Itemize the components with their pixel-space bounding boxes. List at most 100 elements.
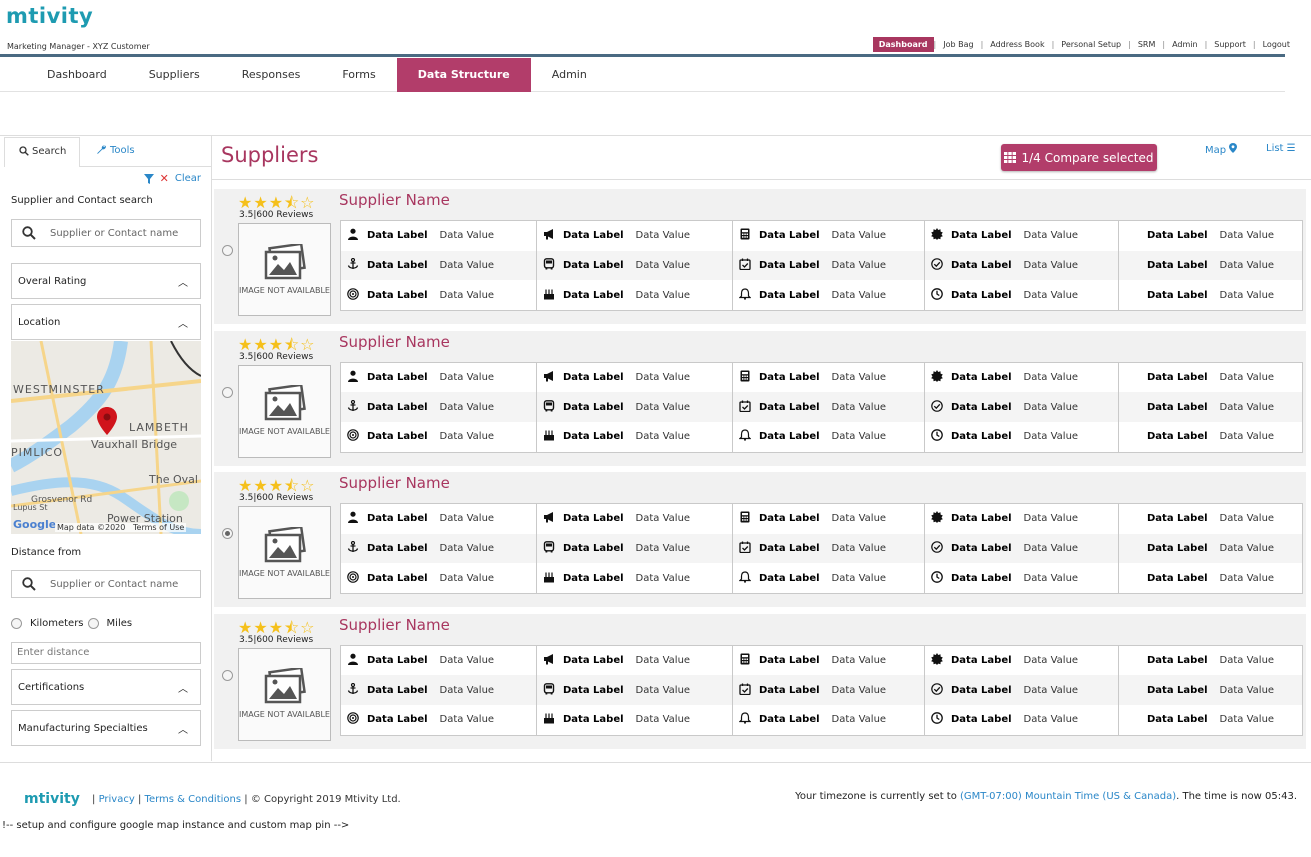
supplier-name[interactable]: Supplier Name bbox=[339, 333, 450, 351]
footer-rule bbox=[0, 762, 1311, 763]
data-label: Data Label bbox=[367, 572, 428, 584]
data-value: Data Value bbox=[1219, 572, 1275, 584]
nav-tab-suppliers[interactable]: Suppliers bbox=[128, 58, 221, 92]
top-link-admin[interactable]: Admin bbox=[1165, 40, 1205, 49]
manufacturing-accordion[interactable]: Manufacturing Specialties ︿ bbox=[11, 710, 201, 746]
data-value: Data Value bbox=[635, 513, 691, 525]
data-value: Data Value bbox=[1219, 260, 1275, 271]
data-label: Data Label bbox=[367, 543, 428, 554]
megaphone-icon bbox=[541, 228, 557, 243]
tab-search[interactable]: Search bbox=[4, 137, 80, 167]
data-label: Data Label bbox=[759, 513, 820, 525]
data-value: Data Value bbox=[831, 431, 887, 443]
data-label: Data Label bbox=[951, 654, 1012, 666]
data-cell: Data Label Data Value bbox=[733, 675, 924, 705]
data-value: Data Value bbox=[831, 543, 887, 554]
enter-distance-input[interactable]: Enter distance bbox=[11, 642, 201, 664]
timezone-link[interactable]: (GMT-07:00) Mountain Time (US & Canada) bbox=[960, 791, 1176, 802]
top-link-dashboard[interactable]: Dashboard bbox=[872, 37, 934, 52]
supplier-search-input[interactable]: Supplier or Contact name bbox=[11, 219, 201, 247]
data-column: Data Label Data Value Data Label Data Value… bbox=[925, 362, 1119, 452]
nav-tab-data-structure[interactable]: Data Structure bbox=[396, 58, 531, 92]
search-section-label: Supplier and Contact search bbox=[11, 195, 153, 206]
supplier-name[interactable]: Supplier Name bbox=[339, 616, 450, 634]
data-label: Data Label bbox=[759, 714, 820, 726]
data-cell: Data Label Data Value bbox=[733, 504, 924, 534]
data-cell: Data Label Data Value bbox=[733, 646, 924, 676]
data-value: Data Value bbox=[1219, 654, 1275, 666]
data-value: Data Value bbox=[439, 431, 495, 443]
tab-tools[interactable]: Tools bbox=[82, 137, 182, 167]
data-cell: Data Label Data Value bbox=[925, 280, 1118, 310]
data-label: Data Label bbox=[367, 230, 428, 242]
mtivity-logo[interactable]: mtivity bbox=[6, 4, 93, 28]
supplier-select-radio[interactable] bbox=[222, 245, 233, 256]
calculator-icon bbox=[737, 228, 753, 243]
data-cell: Data Label Data Value bbox=[1119, 563, 1302, 593]
image-not-available-text: IMAGE NOT AVAILABLE bbox=[239, 568, 330, 578]
data-cell: Data Label Data Value bbox=[1119, 280, 1302, 310]
footer-logo[interactable]: mtivity bbox=[24, 791, 80, 807]
kilometers-radio[interactable] bbox=[11, 618, 22, 629]
data-cell: Data Label Data Value bbox=[1119, 363, 1302, 393]
data-label: Data Label bbox=[367, 654, 428, 666]
image-not-available-text: IMAGE NOT AVAILABLE bbox=[239, 427, 330, 436]
data-cell: Data Label Data Value bbox=[925, 675, 1118, 705]
nav-tab-responses[interactable]: Responses bbox=[221, 58, 322, 92]
location-map[interactable]: WESTMINSTER LAMBETH Vauxhall Bridge PIML… bbox=[11, 341, 201, 534]
distance-search-input[interactable]: Supplier or Contact name bbox=[11, 570, 201, 598]
top-links: Dashboard | Job Bag | Address Book | Personal … bbox=[872, 37, 1297, 52]
data-cell: Data Label Data Value bbox=[925, 533, 1118, 564]
data-label: Data Label bbox=[367, 684, 428, 696]
top-link-job-bag[interactable]: Job Bag bbox=[936, 40, 980, 49]
nav-tab-admin[interactable]: Admin bbox=[531, 58, 608, 92]
certifications-accordion[interactable]: Certifications ︿ bbox=[11, 669, 201, 705]
map-terms-link[interactable]: Terms of Use bbox=[133, 523, 184, 532]
top-link-srm[interactable]: SRM bbox=[1131, 40, 1163, 49]
supplier-select-radio[interactable] bbox=[222, 669, 233, 681]
top-link-support[interactable]: Support bbox=[1207, 40, 1253, 49]
top-link-logout[interactable]: Logout bbox=[1256, 40, 1297, 49]
chevron-up-icon: ︿ bbox=[178, 318, 188, 330]
supplier-name[interactable]: Supplier Name bbox=[339, 474, 450, 492]
supplier-select-radio[interactable] bbox=[222, 528, 233, 539]
map-pin-icon[interactable] bbox=[97, 407, 117, 435]
filter-icon bbox=[143, 173, 154, 184]
location-label: Location bbox=[18, 316, 61, 328]
supplier-image-placeholder: IMAGE NOT AVAILABLE bbox=[238, 647, 331, 741]
data-value: Data Value bbox=[635, 431, 691, 443]
privacy-link[interactable]: Privacy bbox=[99, 794, 135, 805]
map-view-link[interactable]: Map bbox=[1205, 143, 1238, 156]
data-label: Data Label bbox=[951, 401, 1012, 413]
nav-tab-dashboard[interactable]: Dashboard bbox=[26, 58, 128, 92]
location-accordion[interactable]: Location ︿ bbox=[11, 304, 201, 340]
data-cell: Data Label Data Value bbox=[1119, 250, 1302, 281]
nav-tab-forms[interactable]: Forms bbox=[321, 58, 396, 92]
overall-rating-accordion[interactable]: Overal Rating ︿ bbox=[11, 263, 201, 299]
supplier-select-radio[interactable] bbox=[222, 386, 233, 398]
data-value: Data Value bbox=[439, 401, 495, 413]
data-cell: Data Label Data Value bbox=[537, 221, 732, 251]
clear-filters[interactable]: ✕ Clear bbox=[143, 172, 201, 185]
supplier-name[interactable]: Supplier Name bbox=[339, 191, 450, 209]
data-cell: Data Label Data Value bbox=[341, 705, 536, 735]
data-label: Data Label bbox=[759, 543, 820, 554]
wrench-icon bbox=[97, 145, 106, 154]
data-column: Data Label Data Value Data Label Data Value… bbox=[537, 362, 733, 452]
data-label: Data Label bbox=[563, 230, 624, 242]
data-cell: Data Label Data Value bbox=[537, 646, 732, 676]
list-view-link[interactable]: List ☰ bbox=[1266, 143, 1296, 154]
compare-selected-button[interactable]: 1/4 Compare selected bbox=[1001, 144, 1157, 171]
calculator-icon bbox=[737, 511, 753, 526]
miles-radio[interactable] bbox=[87, 618, 99, 629]
top-link-personal-setup[interactable]: Personal Setup bbox=[1054, 40, 1128, 49]
terms-link[interactable]: Terms & Conditions bbox=[145, 794, 242, 805]
data-value: Data Value bbox=[635, 401, 691, 413]
data-label: Data Label bbox=[563, 289, 624, 301]
data-label: Data Label bbox=[951, 513, 1012, 525]
data-column: Data Label Data Value Data Label Data Value… bbox=[1119, 221, 1302, 310]
data-label: Data Label bbox=[759, 371, 820, 383]
top-link-address-book[interactable]: Address Book bbox=[983, 40, 1051, 49]
data-cell: Data Label Data Value bbox=[341, 250, 536, 281]
data-value: Data Value bbox=[1023, 714, 1079, 726]
